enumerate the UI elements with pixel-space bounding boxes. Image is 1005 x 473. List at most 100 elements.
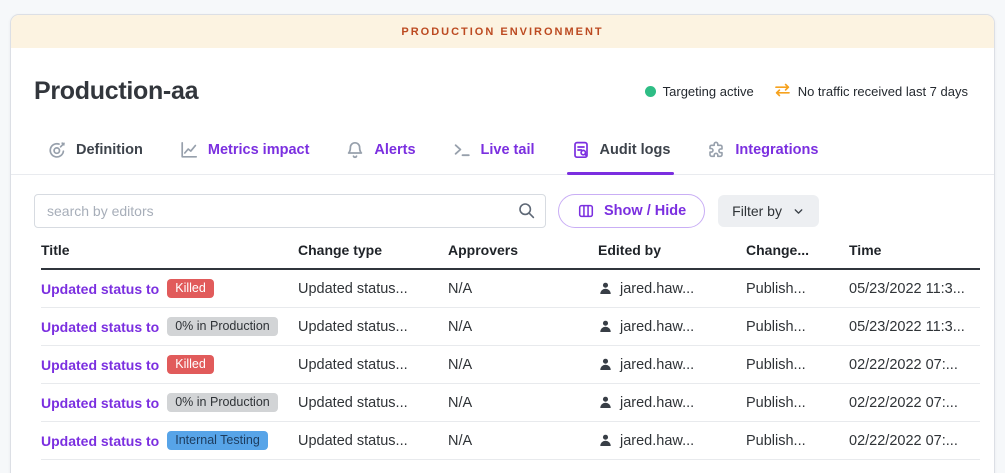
audit-title-link[interactable]: Updated status to	[41, 433, 159, 449]
search-input[interactable]	[34, 194, 546, 228]
tab-label: Alerts	[374, 142, 415, 158]
change-type-cell: Updated status...	[298, 281, 448, 297]
page-title: Production-aa	[34, 77, 198, 106]
tab-label: Metrics impact	[208, 142, 310, 158]
filter-by-button[interactable]: Filter by	[718, 195, 819, 227]
change-type-cell: Updated status...	[298, 319, 448, 335]
column-header-change-type: Change type	[298, 242, 448, 258]
title-cell: Updated status to Internal Testing	[41, 431, 298, 451]
filter-by-label: Filter by	[732, 203, 782, 219]
audit-title-link[interactable]: Updated status to	[41, 395, 159, 411]
editor-name: jared.haw...	[620, 281, 694, 297]
time-cell: 05/23/2022 11:3...	[849, 319, 980, 335]
time-cell: 02/22/2022 07:...	[849, 395, 980, 411]
change-type-cell: Updated status...	[298, 357, 448, 373]
traffic-arrows-icon	[774, 83, 791, 100]
editor-name: jared.haw...	[620, 395, 694, 411]
tab-live-tail[interactable]: Live tail	[452, 140, 535, 174]
approvers-cell: N/A	[448, 281, 598, 297]
environment-banner-label: PRODUCTION ENVIRONMENT	[401, 26, 603, 38]
editor-name: jared.haw...	[620, 433, 694, 449]
column-header-approvers: Approvers	[448, 242, 598, 258]
table-header-row: Title Change type Approvers Edited by Ch…	[41, 242, 980, 270]
page-header: Production-aa Targeting active No traffi…	[11, 62, 994, 120]
table-row: Updated status to Killed Updated status.…	[41, 270, 980, 308]
puzzle-icon	[706, 140, 726, 160]
audit-title-link[interactable]: Updated status to	[41, 281, 159, 297]
columns-icon	[577, 202, 595, 220]
tab-label: Audit logs	[600, 142, 671, 158]
tab-label: Definition	[76, 142, 143, 158]
column-header-time: Time	[849, 242, 980, 258]
show-hide-button[interactable]: Show / Hide	[558, 194, 705, 228]
environment-card: PRODUCTION ENVIRONMENT Production-aa Tar…	[10, 14, 995, 473]
audit-logs-icon	[571, 140, 591, 160]
change-cell: Publish...	[746, 319, 849, 335]
targeting-status: Targeting active	[645, 84, 754, 99]
status-indicators: Targeting active No traffic received las…	[645, 83, 968, 100]
status-badge: Internal Testing	[167, 431, 268, 451]
edited-by-cell: jared.haw...	[598, 357, 746, 373]
tab-alerts[interactable]: Alerts	[345, 140, 415, 174]
table-row: Updated status to Killed Updated status.…	[41, 346, 980, 384]
title-cell: Updated status to Killed	[41, 279, 298, 299]
tab-bar: Definition Metrics impact Alerts	[11, 140, 994, 175]
targeting-status-label: Targeting active	[663, 84, 754, 99]
table-row: Updated status to Internal Testing Updat…	[41, 422, 980, 460]
status-badge: 0% in Production	[167, 317, 278, 337]
person-icon	[598, 433, 613, 448]
approvers-cell: N/A	[448, 395, 598, 411]
change-cell: Publish...	[746, 281, 849, 297]
approvers-cell: N/A	[448, 357, 598, 373]
table-row: Updated status to 0% in Production Updat…	[41, 308, 980, 346]
chevron-down-icon	[792, 205, 805, 218]
metrics-impact-icon	[179, 140, 199, 160]
tab-label: Integrations	[735, 142, 818, 158]
column-header-title: Title	[41, 242, 298, 258]
audit-title-link[interactable]: Updated status to	[41, 319, 159, 335]
edited-by-cell: jared.haw...	[598, 281, 746, 297]
title-cell: Updated status to 0% in Production	[41, 393, 298, 413]
edited-by-cell: jared.haw...	[598, 395, 746, 411]
time-cell: 05/23/2022 11:3...	[849, 281, 980, 297]
change-cell: Publish...	[746, 395, 849, 411]
traffic-status-label: No traffic received last 7 days	[798, 84, 968, 99]
terminal-icon	[452, 140, 472, 160]
status-badge: Killed	[167, 355, 214, 375]
bell-icon	[345, 140, 365, 160]
column-header-edited-by: Edited by	[598, 242, 746, 258]
green-dot-icon	[645, 86, 656, 97]
status-badge: Killed	[167, 279, 214, 299]
toolbar: Show / Hide Filter by	[11, 194, 994, 228]
environment-banner: PRODUCTION ENVIRONMENT	[11, 15, 994, 48]
audit-title-link[interactable]: Updated status to	[41, 357, 159, 373]
time-cell: 02/22/2022 07:...	[849, 433, 980, 449]
change-type-cell: Updated status...	[298, 433, 448, 449]
change-cell: Publish...	[746, 433, 849, 449]
show-hide-label: Show / Hide	[604, 203, 686, 219]
person-icon	[598, 357, 613, 372]
column-header-change: Change...	[746, 242, 849, 258]
tab-definition[interactable]: Definition	[47, 140, 143, 174]
title-cell: Updated status to Killed	[41, 355, 298, 375]
person-icon	[598, 395, 613, 410]
definition-icon	[47, 140, 67, 160]
change-type-cell: Updated status...	[298, 395, 448, 411]
tab-integrations[interactable]: Integrations	[706, 140, 818, 174]
approvers-cell: N/A	[448, 319, 598, 335]
approvers-cell: N/A	[448, 433, 598, 449]
editor-name: jared.haw...	[620, 319, 694, 335]
edited-by-cell: jared.haw...	[598, 433, 746, 449]
tab-audit-logs[interactable]: Audit logs	[571, 140, 671, 174]
audit-logs-table: Title Change type Approvers Edited by Ch…	[11, 242, 994, 460]
search-box	[34, 194, 546, 228]
traffic-status: No traffic received last 7 days	[774, 83, 968, 100]
person-icon	[598, 281, 613, 296]
edited-by-cell: jared.haw...	[598, 319, 746, 335]
search-icon	[517, 201, 536, 225]
table-row: Updated status to 0% in Production Updat…	[41, 384, 980, 422]
time-cell: 02/22/2022 07:...	[849, 357, 980, 373]
editor-name: jared.haw...	[620, 357, 694, 373]
tab-metrics-impact[interactable]: Metrics impact	[179, 140, 310, 174]
title-cell: Updated status to 0% in Production	[41, 317, 298, 337]
